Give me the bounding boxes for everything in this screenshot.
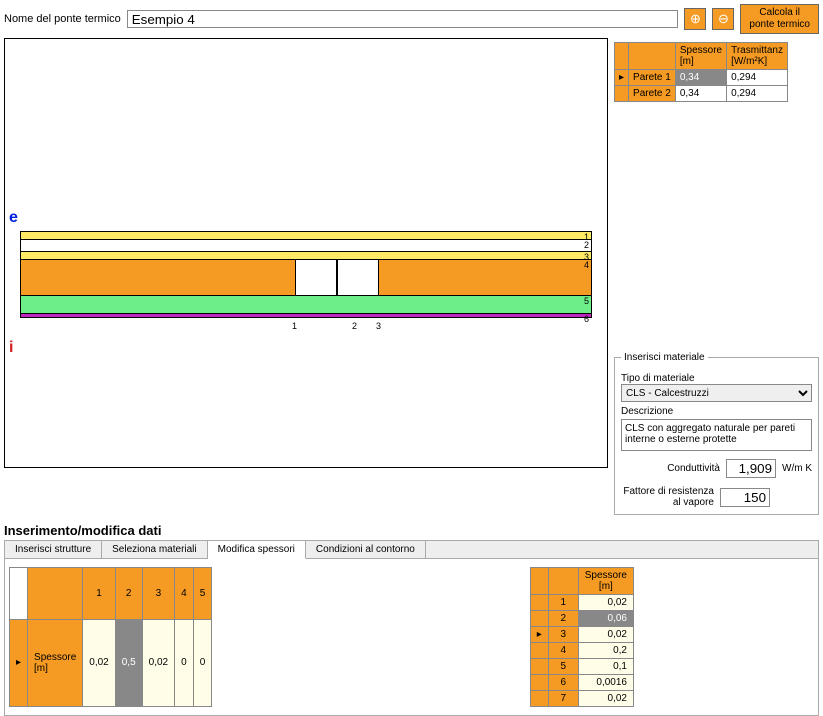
desc-box: CLS con aggregato naturale per pareti in… [621,419,812,451]
table-row[interactable]: 10,02 [530,595,633,611]
interior-label: i [9,339,13,357]
tipo-select[interactable]: CLS - Calcestruzzi [621,384,812,402]
table-row[interactable]: ▸ Spessore [m] 0,02 0,5 0,02 0 0 [10,619,212,706]
table-row[interactable]: 20,06 [530,611,633,627]
material-legend: Inserisci materiale [621,352,708,363]
exterior-label: e [9,209,18,227]
tipo-label: Tipo di materiale [621,373,812,384]
cond-input[interactable] [726,459,776,478]
walls-col-trasm: Trasmittanz [W/m²K] [727,43,788,70]
cond-label: Conduttività [621,463,720,474]
section-title: Inserimento/modifica dati [4,523,819,538]
table-row[interactable]: Parete 2 0,34 0,294 [615,86,788,102]
layer-stack: 1 2 3 4 5 6 [20,231,592,318]
zoom-in-icon[interactable]: ⊕ [684,8,706,30]
walls-col-spessore: Spessore [m] [675,43,726,70]
walls-col-ptr [615,43,629,70]
walls-table[interactable]: Spessore [m] Trasmittanz [W/m²K] ▸ Paret… [614,42,788,102]
tab-bar: Inserisci strutture Seleziona materiali … [4,540,819,559]
table-row[interactable]: 60,0016 [530,675,633,691]
vapor-input[interactable] [720,488,770,507]
name-input[interactable] [127,10,679,28]
thermal-bridge-canvas[interactable]: e i 1 2 3 4 5 6 1 2 3 [4,38,608,468]
table-row[interactable]: 70,02 [530,691,633,707]
tab-seleziona-materiali[interactable]: Seleziona materiali [102,541,208,558]
vapor-label: Fattore di resistenza al vapore [621,486,714,508]
name-label: Nome del ponte termico [4,13,121,25]
horizontal-spessore-table[interactable]: 1 2 3 4 5 ▸ Spessore [m] 0,02 0,5 0,02 0… [9,567,212,707]
calculate-button[interactable]: Calcola il ponte termico [740,4,819,34]
table-row[interactable]: ▸30,02 [530,627,633,643]
vertical-spessore-table[interactable]: Spessore [m] 10,02 20,06 ▸30,02 40,2 50,… [530,567,634,707]
walls-col-name [629,43,676,70]
cond-unit: W/m K [782,463,812,474]
table-row[interactable]: 40,2 [530,643,633,659]
table-row[interactable]: 50,1 [530,659,633,675]
tab-condizioni-contorno[interactable]: Condizioni al contorno [306,541,426,558]
tab-inserisci-strutture[interactable]: Inserisci strutture [5,541,102,558]
zoom-out-icon[interactable]: ⊖ [712,8,734,30]
desc-label: Descrizione [621,406,812,417]
tab-modifica-spessori[interactable]: Modifica spessori [208,541,306,559]
material-panel: Inserisci materiale Tipo di materiale CL… [614,352,819,515]
table-row[interactable]: ▸ Parete 1 0,34 0,294 [615,70,788,86]
